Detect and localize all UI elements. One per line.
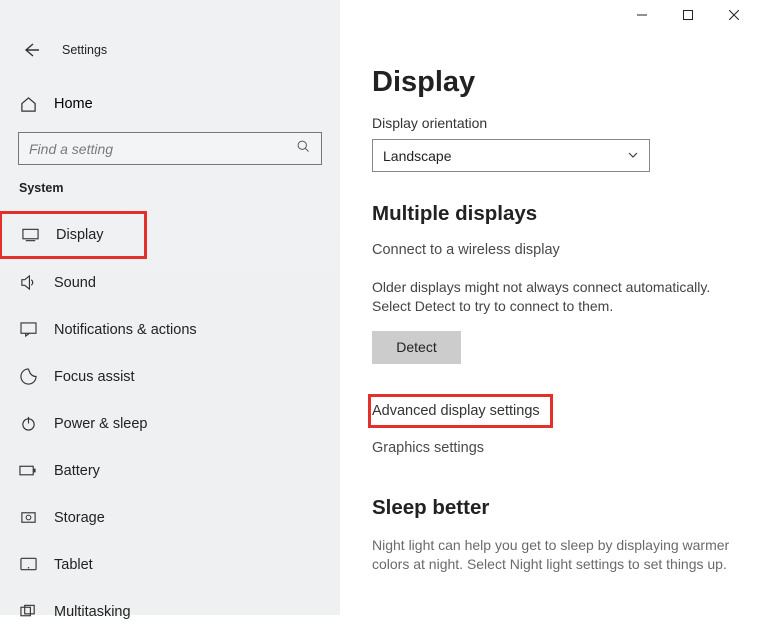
sleep-better-header: Sleep better (372, 496, 739, 520)
sidebar-item-label: Battery (54, 463, 100, 479)
sidebar-item-label: Power & sleep (54, 416, 148, 432)
sidebar-item-label: Storage (54, 510, 105, 526)
page-title: Display (372, 66, 739, 99)
graphics-settings-link[interactable]: Graphics settings (372, 440, 739, 456)
notifications-icon (19, 321, 37, 339)
sidebar-item-battery[interactable]: Battery (0, 447, 340, 494)
home-icon (19, 95, 37, 113)
sidebar-item-label: Tablet (54, 557, 93, 573)
sidebar-item-display[interactable]: Display (0, 211, 147, 259)
home-label: Home (54, 96, 93, 112)
sidebar-item-tablet[interactable]: Tablet (0, 541, 340, 588)
sidebar-item-label: Notifications & actions (54, 322, 197, 338)
minimize-button[interactable] (619, 0, 665, 30)
main-content: Display Display orientation Landscape Mu… (340, 32, 761, 615)
sidebar-item-label: Multitasking (54, 604, 131, 620)
category-label: System (0, 181, 340, 195)
detect-button[interactable]: Detect (372, 331, 461, 364)
advanced-display-link[interactable]: Advanced display settings (368, 394, 553, 428)
maximize-button[interactable] (665, 0, 711, 30)
connect-wireless-link[interactable]: Connect to a wireless display (372, 242, 739, 258)
sidebar-item-notifications[interactable]: Notifications & actions (0, 306, 340, 353)
sidebar-item-multitasking[interactable]: Multitasking (0, 588, 340, 635)
sleep-better-text: Night light can help you get to sleep by… (372, 536, 732, 574)
sidebar-item-focus-assist[interactable]: Focus assist (0, 353, 340, 400)
multitasking-icon (19, 603, 37, 621)
sound-icon (19, 274, 37, 292)
search-input[interactable] (29, 141, 269, 157)
display-icon (21, 226, 39, 244)
window-title: Settings (62, 43, 107, 57)
power-icon (19, 415, 37, 433)
tablet-icon (19, 556, 37, 574)
orientation-value: Landscape (383, 148, 452, 164)
back-button[interactable] (22, 41, 40, 59)
sidebar-item-label: Focus assist (54, 369, 135, 385)
battery-icon (19, 462, 37, 480)
sidebar-item-label: Display (56, 227, 104, 243)
titlebar (0, 0, 761, 32)
sidebar-item-power-sleep[interactable]: Power & sleep (0, 400, 340, 447)
search-icon (296, 139, 311, 159)
sidebar: Settings Home System Display Sound (0, 32, 340, 615)
close-button[interactable] (711, 0, 757, 30)
search-box[interactable] (18, 132, 322, 165)
orientation-select[interactable]: Landscape (372, 139, 650, 172)
multiple-displays-header: Multiple displays (372, 202, 739, 226)
storage-icon (19, 509, 37, 527)
chevron-down-icon (627, 148, 639, 164)
focus-assist-icon (19, 368, 37, 386)
sidebar-item-home[interactable]: Home (0, 86, 340, 122)
sidebar-item-label: Sound (54, 275, 96, 291)
sidebar-item-storage[interactable]: Storage (0, 494, 340, 541)
older-displays-text: Older displays might not always connect … (372, 278, 732, 316)
orientation-label: Display orientation (372, 115, 739, 131)
sidebar-item-sound[interactable]: Sound (0, 259, 340, 306)
